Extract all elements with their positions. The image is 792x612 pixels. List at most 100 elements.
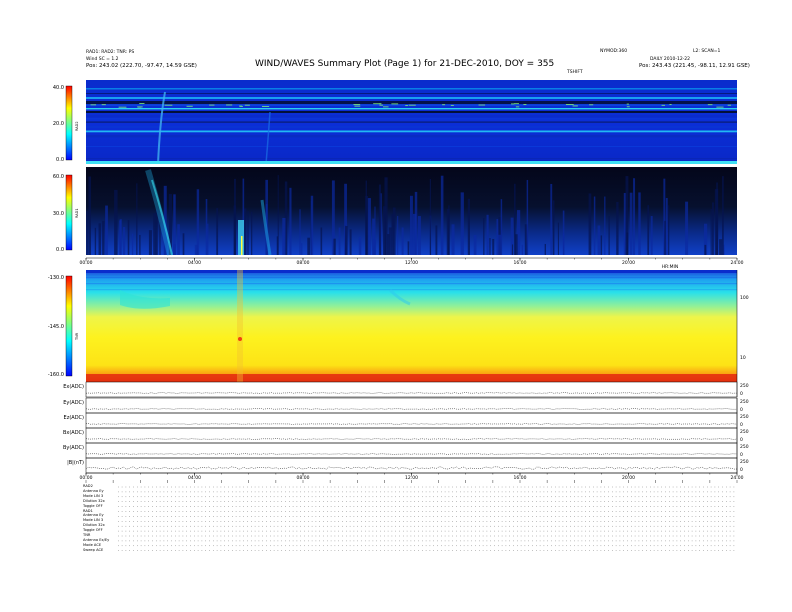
rad1-streak: [310, 195, 314, 255]
rad1-streak: [638, 192, 641, 255]
rad2-band-highlight: [226, 104, 233, 106]
rad1-streak: [497, 234, 502, 255]
rad1-streak: [668, 205, 670, 255]
rad1-streak: [365, 180, 368, 255]
rad1-streak: [114, 189, 118, 255]
rad1-streak: [526, 179, 529, 255]
rad1-streak: [131, 233, 134, 255]
mid-tick-label: 20:00: [622, 260, 635, 266]
rad1-streak: [483, 218, 485, 255]
rad1-streak: [407, 241, 410, 255]
rad2-band: [86, 111, 737, 113]
rad2-band-highlight: [510, 103, 515, 105]
rad1-streak: [182, 233, 185, 255]
rad1-streak: [544, 243, 546, 255]
rad2-bottom-band: [86, 161, 737, 164]
rad1-streak: [633, 178, 636, 255]
line-panel-right-tick: 250: [740, 399, 749, 405]
rad2-band: [86, 121, 737, 123]
time-axis-label: HR:MIN: [662, 264, 678, 270]
line-panel-right-tick: 0: [740, 452, 743, 458]
rad1-streak: [650, 216, 653, 255]
rad2-band-highlight: [442, 104, 446, 106]
rad1-streak: [512, 244, 514, 255]
bottom-time-axis: 00:00 04:00 08:00 12:00 16:00 20:00 24:00: [80, 472, 744, 481]
rad1-streak: [593, 196, 596, 255]
rad1-streak: [243, 208, 247, 255]
rad1-streak: [588, 193, 592, 255]
rad2-band-highlight: [353, 104, 361, 105]
rad1-streak: [467, 198, 470, 255]
rad2-band-highlight: [450, 104, 454, 106]
rad2-band-highlight: [513, 103, 519, 105]
mid-tick-label: 00:00: [80, 260, 93, 266]
rad2-band-highlight: [405, 105, 408, 107]
rad1-panel: RAD1 60.0 30.0 0.0: [53, 167, 737, 256]
rad1-streak: [597, 225, 601, 255]
tnr-heatmap: [86, 270, 737, 382]
rad2-band-highlight: [90, 104, 97, 106]
rad2-band-highlight: [379, 104, 384, 106]
rad1-streak: [247, 211, 249, 255]
tnr-burst: [237, 270, 243, 382]
rad2-band-highlight: [101, 104, 106, 106]
rad2-band-highlight: [669, 104, 672, 105]
line-panel-frame: [85, 442, 738, 459]
line-panel-label: Ey(ADC): [63, 400, 84, 406]
tnr-burst-core: [238, 337, 242, 341]
rad2-band-highlight: [244, 104, 250, 106]
line-panel-right-tick: 250: [740, 459, 749, 465]
tnr-right-tick: 100: [740, 295, 749, 301]
rad1-streak: [712, 202, 714, 255]
rad2-band-highlight: [478, 104, 486, 106]
rad1-streak: [122, 227, 126, 255]
rad2-band: [86, 101, 737, 104]
rad1-streak: [372, 239, 377, 255]
rad1-streak: [550, 183, 553, 255]
rad2-band: [86, 97, 737, 99]
rad2-band-highlight: [515, 106, 520, 108]
rad1-streak: [460, 192, 464, 255]
rad1-streak: [435, 225, 438, 255]
rad1-streak: [98, 223, 102, 255]
rad1-streak: [397, 215, 399, 255]
rad1-streak: [173, 244, 176, 255]
rad1-streak: [299, 209, 301, 255]
rad1-streak: [704, 244, 707, 255]
rad2-band-highlight: [209, 104, 215, 106]
rad1-streak: [301, 243, 303, 255]
tnr-colorbar: [65, 275, 73, 377]
tnr-right-tick: 10: [740, 355, 746, 361]
rad1-streak: [429, 178, 432, 255]
rad1-streak: [349, 229, 352, 255]
line-panel-right-tick: 0: [740, 467, 743, 473]
rad1-streak: [338, 227, 341, 255]
rad1-streak: [105, 205, 108, 255]
rad2-band-highlight: [118, 106, 127, 108]
rad2-band-highlight: [626, 106, 630, 108]
rad2-band-highlight: [261, 106, 270, 107]
rad1-streak: [719, 239, 723, 255]
rad1-streak: [216, 208, 219, 255]
rad2-band-highlight: [661, 104, 665, 106]
rad2-band: [86, 115, 737, 118]
mid-tick-label: 04:00: [188, 260, 201, 266]
rad1-streak: [500, 199, 503, 255]
line-panel-frame: [85, 381, 738, 398]
rad1-streak: [282, 217, 286, 255]
tnr-band: [86, 277, 737, 279]
mid-tick-label: 12:00: [405, 260, 418, 266]
rad1-streak: [374, 206, 376, 255]
rad1-streak: [604, 196, 606, 255]
mid-tick-label: 24:00: [731, 260, 744, 266]
footer-grid: [85, 480, 738, 551]
rad2-band: [86, 130, 737, 133]
tnr-ytick: -145.0: [48, 324, 64, 330]
rad1-streak: [153, 213, 157, 255]
rad2-band: [86, 88, 737, 90]
rad1-burst-core: [241, 236, 243, 255]
rad1-streak: [207, 223, 209, 255]
rad1-streak: [94, 227, 97, 255]
rad2-band-highlight: [391, 103, 399, 105]
rad1-colorbar: [65, 174, 73, 251]
